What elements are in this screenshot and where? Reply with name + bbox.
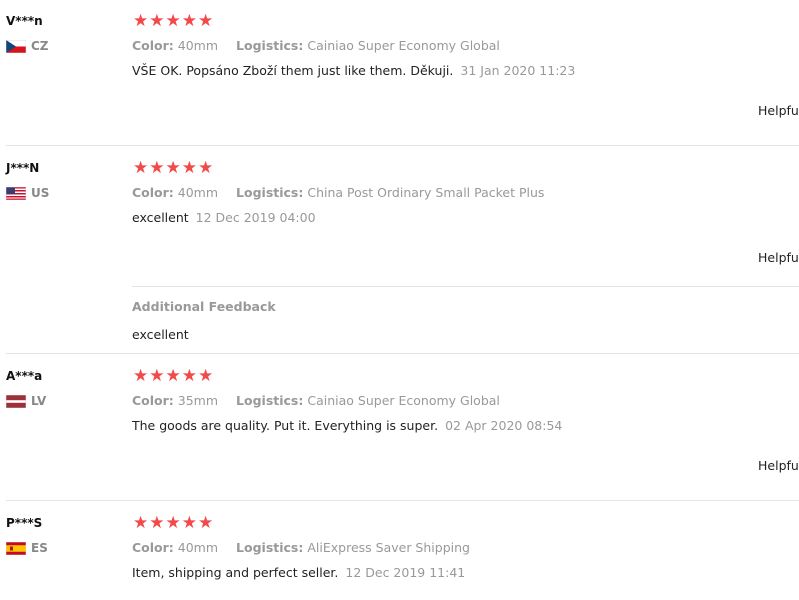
- logistics-label: Logistics:: [236, 38, 304, 53]
- reviewer-name: J***N: [6, 161, 40, 175]
- review-meta: Color: 40mm Logistics: Cainiao Super Eco…: [132, 38, 500, 53]
- review-text: Item, shipping and perfect seller.: [132, 565, 339, 580]
- additional-feedback-text: excellent: [132, 327, 189, 342]
- color-value: 40mm: [177, 38, 219, 53]
- logistics-value: China Post Ordinary Small Packet Plus: [307, 185, 545, 200]
- review-meta: Color: 35mm Logistics: Cainiao Super Eco…: [132, 393, 500, 408]
- color-label: Color:: [132, 185, 174, 200]
- reviewer-name: V***n: [6, 14, 43, 28]
- review-meta: Color: 40mm Logistics: China Post Ordina…: [132, 185, 544, 200]
- color-value: 40mm: [177, 540, 219, 555]
- review-text-row: excellent 12 Dec 2019 04:00: [132, 210, 316, 225]
- reviewer-country: LV: [6, 394, 46, 408]
- logistics-value: Cainiao Super Economy Global: [307, 393, 500, 408]
- rating-stars: ★★★★★: [133, 513, 215, 533]
- additional-feedback-divider: [132, 286, 799, 287]
- reviewer-name: A***a: [6, 369, 43, 383]
- review-date: 12 Dec 2019 04:00: [195, 210, 316, 225]
- color-value: 40mm: [177, 185, 219, 200]
- review-meta: Color: 40mm Logistics: AliExpress Saver …: [132, 540, 470, 555]
- color-value: 35mm: [177, 393, 219, 408]
- review-date: 12 Dec 2019 11:41: [345, 565, 466, 580]
- additional-feedback-title: Additional Feedback: [132, 299, 276, 314]
- rating-stars: ★★★★★: [133, 11, 215, 31]
- reviewer-country: CZ: [6, 39, 49, 53]
- color-label: Color:: [132, 540, 174, 555]
- logistics-label: Logistics:: [236, 393, 304, 408]
- czech-flag-icon: [6, 39, 26, 53]
- review-divider: [6, 145, 799, 146]
- country-code: LV: [31, 394, 47, 408]
- us-flag-icon: [6, 186, 26, 200]
- rating-stars: ★★★★★: [133, 366, 215, 386]
- color-label: Color:: [132, 393, 174, 408]
- logistics-value: AliExpress Saver Shipping: [307, 540, 470, 555]
- review-text-row: Item, shipping and perfect seller. 12 Dec…: [132, 565, 465, 580]
- reviewer-country: ES: [6, 541, 48, 555]
- review-text: VŠE OK. Popsáno Zboží them just like the…: [132, 63, 454, 78]
- review-divider: [6, 500, 799, 501]
- logistics-label: Logistics:: [236, 540, 304, 555]
- review-text-row: The goods are quality. Put it. Everythin…: [132, 418, 562, 433]
- review-text: excellent: [132, 210, 189, 225]
- country-code: CZ: [31, 39, 49, 53]
- review-text-row: VŠE OK. Popsáno Zboží them just like the…: [132, 63, 575, 78]
- review-text: The goods are quality. Put it. Everythin…: [132, 418, 439, 433]
- logistics-value: Cainiao Super Economy Global: [307, 38, 500, 53]
- country-code: ES: [31, 541, 48, 555]
- reviewer-name: P***S: [6, 516, 43, 530]
- color-label: Color:: [132, 38, 174, 53]
- review-date: 31 Jan 2020 11:23: [460, 63, 576, 78]
- helpful-button[interactable]: Helpfu: [758, 103, 799, 118]
- reviewer-country: US: [6, 186, 49, 200]
- helpful-button[interactable]: Helpfu: [758, 250, 799, 265]
- latvia-flag-icon: [6, 394, 26, 408]
- review-divider: [6, 353, 799, 354]
- review-date: 02 Apr 2020 08:54: [445, 418, 563, 433]
- logistics-label: Logistics:: [236, 185, 304, 200]
- helpful-button[interactable]: Helpfu: [758, 458, 799, 473]
- rating-stars: ★★★★★: [133, 158, 215, 178]
- country-code: US: [31, 186, 50, 200]
- spain-flag-icon: [6, 541, 26, 555]
